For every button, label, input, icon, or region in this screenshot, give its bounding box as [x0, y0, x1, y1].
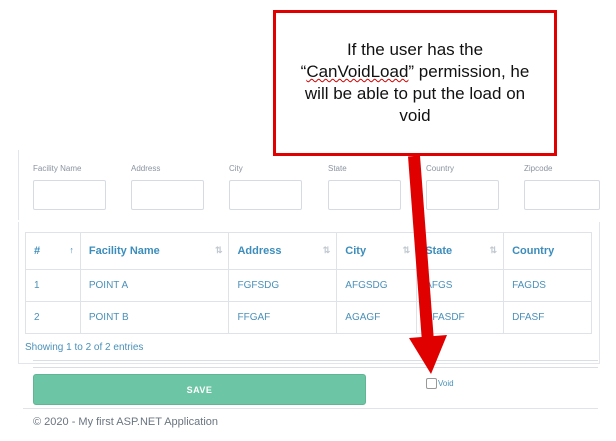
table-cell: POINT A: [79, 269, 230, 302]
table-header-row: # ↑ Facility Name ⇅ Address ⇅ City ⇅ State ⇅ …: [25, 232, 592, 270]
column-header-number[interactable]: # ↑: [25, 232, 81, 270]
callout-quote-close: ” permission, he: [408, 62, 530, 81]
footer-divider: [23, 408, 598, 409]
table-cell: AFGSDG: [336, 269, 418, 302]
void-label[interactable]: Void: [438, 379, 454, 388]
table-row[interactable]: 1 POINT A FGFSDG AFGSDG AFGS FAGDS: [25, 269, 592, 302]
table-cell: FFGAF: [228, 301, 338, 334]
footer-text: © 2020 - My first ASP.NET Application: [33, 416, 219, 428]
callout-line-1: If the user has the: [346, 40, 484, 59]
callout-permission-name: CanVoidLoad: [306, 62, 409, 81]
column-header-city[interactable]: City ⇅: [336, 232, 418, 270]
filter-panel: Facility Name Address City State Country…: [18, 150, 601, 220]
callout-line-4: void: [399, 106, 431, 125]
facility-name-filter-input[interactable]: [33, 180, 106, 210]
facility-table: # ↑ Facility Name ⇅ Address ⇅ City ⇅ State ⇅ …: [25, 232, 592, 334]
column-header-label: State: [425, 245, 453, 257]
zipcode-filter-input[interactable]: [524, 180, 600, 210]
filter-label-country: Country: [426, 164, 455, 173]
sort-icon: ⇅: [489, 245, 498, 255]
column-header-label: Address: [237, 245, 282, 257]
save-button[interactable]: SAVE: [33, 374, 366, 405]
table-cell: FAGDS: [503, 269, 592, 302]
column-header-country[interactable]: Country: [503, 232, 592, 270]
table-cell: AFGS: [416, 269, 505, 302]
column-header-address[interactable]: Address ⇅: [228, 232, 338, 270]
table-cell: 1: [25, 269, 81, 302]
city-filter-input[interactable]: [229, 180, 302, 210]
table-info-text: Showing 1 to 2 of 2 entries: [25, 342, 144, 353]
table-cell: 2: [25, 301, 81, 334]
column-header-facility-name[interactable]: Facility Name ⇅: [79, 232, 230, 270]
column-header-label: Country: [512, 245, 555, 257]
sort-ascending-icon: ↑: [69, 245, 74, 255]
filter-label-state: State: [328, 164, 347, 173]
table-cell: DFASF: [503, 301, 592, 334]
filter-label-address: Address: [131, 164, 161, 173]
column-header-label: City: [345, 245, 367, 257]
table-row[interactable]: 2 POINT B FFGAF AGAGF DFASDF DFASF: [25, 301, 592, 334]
annotation-callout: If the user has the “CanVoidLoad” permis…: [273, 10, 557, 156]
sort-icon: ⇅: [214, 245, 223, 255]
state-filter-input[interactable]: [328, 180, 401, 210]
column-header-state[interactable]: State ⇅: [416, 232, 505, 270]
sort-icon: ⇅: [402, 245, 411, 255]
filter-label-city: City: [229, 164, 243, 173]
country-filter-input[interactable]: [426, 180, 499, 210]
filter-label-facility-name: Facility Name: [33, 164, 82, 173]
callout-line-2: “CanVoidLoad” permission, he: [276, 61, 554, 83]
sort-icon: ⇅: [322, 245, 331, 255]
filter-label-zipcode: Zipcode: [524, 164, 553, 173]
column-header-label: #: [34, 245, 41, 257]
table-cell: POINT B: [79, 301, 230, 334]
address-filter-input[interactable]: [131, 180, 204, 210]
table-cell: FGFSDG: [228, 269, 338, 302]
column-header-label: Facility Name: [88, 245, 160, 257]
table-cell: DFASDF: [416, 301, 505, 334]
void-checkbox[interactable]: [426, 378, 437, 389]
callout-line-3: will be able to put the load on: [304, 84, 526, 103]
table-cell: AGAGF: [336, 301, 418, 334]
horizontal-scrollbar[interactable]: [33, 360, 598, 368]
